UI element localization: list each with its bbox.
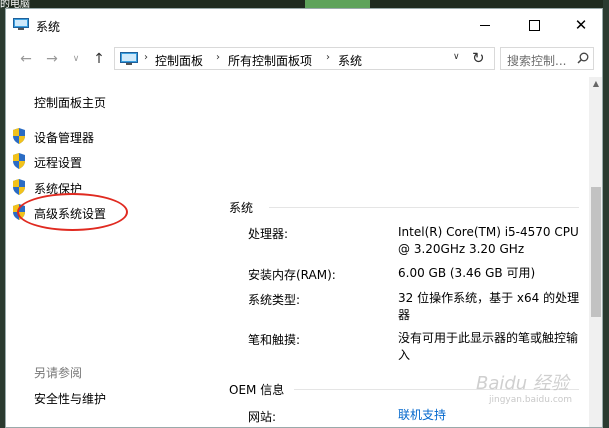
navigation-bar: ← → ∨ ↑ › 控制面板 › 所有控制面板项 › 系统 ∨ ↻ 搜索控制..… — [6, 41, 602, 77]
window-title: 系统 — [36, 20, 61, 34]
breadcrumb-separator-icon: › — [216, 52, 220, 63]
maximize-icon — [528, 19, 540, 31]
pen-touch-label: 笔和触摸: — [248, 333, 301, 347]
search-icon[interactable] — [577, 52, 589, 64]
control-panel-icon — [120, 52, 138, 65]
forward-button[interactable]: → — [42, 50, 62, 68]
ram-label: 安装内存(RAM): — [248, 268, 336, 282]
system-type-value: 32 位操作系统，基于 x64 的处理器 — [398, 291, 580, 322]
scroll-up-icon[interactable]: ▲ — [589, 77, 602, 91]
online-support-link[interactable]: 联机支持 — [398, 407, 583, 424]
security-maintenance-link[interactable]: 安全性与维护 — [34, 390, 106, 407]
sidebar-item-label: 远程设置 — [34, 156, 83, 170]
back-button[interactable]: ← — [16, 50, 36, 68]
breadcrumb-all-items[interactable]: 所有控制面板项 — [228, 52, 312, 69]
recent-locations-button[interactable]: ∨ — [69, 50, 83, 68]
search-input[interactable]: 搜索控制... — [500, 47, 594, 70]
chevron-down-icon: ∨ — [72, 54, 80, 64]
up-button[interactable]: ↑ — [89, 50, 109, 68]
sidebar-item-label: 设备管理器 — [34, 131, 95, 145]
vertical-scrollbar[interactable]: ▲ — [589, 77, 602, 427]
shield-icon — [13, 153, 25, 169]
minimize-icon — [480, 24, 490, 26]
address-bar[interactable]: › 控制面板 › 所有控制面板项 › 系统 ∨ ↻ — [114, 47, 495, 70]
breadcrumb-separator-icon: › — [144, 52, 148, 63]
minimize-button[interactable] — [462, 9, 508, 41]
scrollbar-thumb[interactable] — [591, 187, 601, 317]
control-panel-home-link[interactable]: 控制面板主页 — [34, 94, 106, 111]
close-icon: ✕ — [574, 15, 588, 34]
arrow-right-icon: → — [46, 51, 58, 67]
desktop-edge-right — [603, 0, 609, 428]
breadcrumb-system[interactable]: 系统 — [338, 52, 362, 69]
address-dropdown-icon[interactable]: ∨ — [453, 52, 460, 62]
title-bar[interactable]: 系统 ✕ — [6, 9, 602, 41]
arrow-up-icon: ↑ — [93, 51, 105, 67]
see-also-heading: 另请参阅 — [34, 366, 83, 380]
refresh-icon[interactable]: ↻ — [472, 49, 485, 67]
close-button[interactable]: ✕ — [558, 9, 602, 41]
breadcrumb-separator-icon: › — [326, 52, 330, 63]
system-section-title: 系统 — [229, 201, 254, 215]
shield-icon — [13, 179, 25, 195]
ram-value: 6.00 GB (3.46 GB 可用) — [398, 266, 536, 280]
processor-value: Intel(R) Core(TM) i5-4570 CPU @ 3.20GHz … — [398, 225, 579, 256]
maximize-button[interactable] — [511, 9, 557, 41]
shield-icon — [13, 128, 25, 144]
breadcrumb-control-panel[interactable]: 控制面板 — [155, 52, 203, 69]
system-window: 系统 ✕ ← → ∨ ↑ › 控制面板 › 所有控制面板项 › 系统 ∨ ↻ 搜… — [5, 8, 603, 428]
system-computer-icon — [13, 18, 29, 30]
highlight-annotation-ring — [17, 193, 128, 231]
processor-label: 处理器: — [248, 227, 289, 241]
oem-section-title: OEM 信息 — [229, 383, 285, 397]
baidu-watermark: Baidu 经验 — [476, 373, 569, 394]
section-divider — [269, 207, 579, 208]
baidu-watermark-url: jingyan.baidu.com — [489, 395, 573, 405]
arrow-left-icon: ← — [20, 51, 32, 67]
search-placeholder: 搜索控制... — [507, 54, 567, 68]
system-type-label: 系统类型: — [248, 293, 301, 307]
website-label: 网站: — [248, 410, 277, 424]
pen-touch-value: 没有可用于此显示器的笔或触控输入 — [398, 331, 579, 362]
